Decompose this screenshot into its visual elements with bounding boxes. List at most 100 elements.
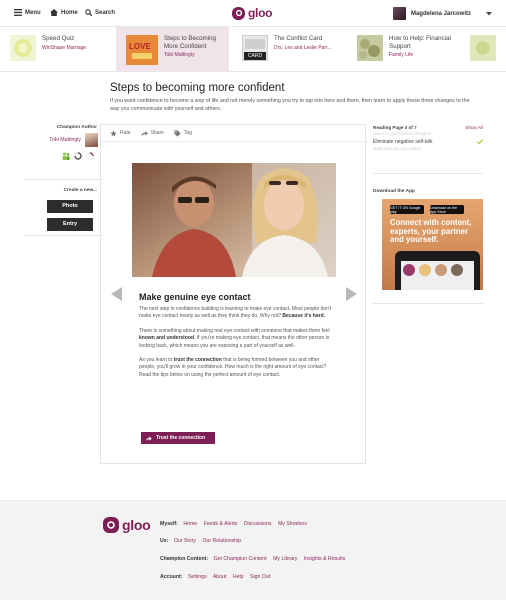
app-ad-banner[interactable]: GET IT ON Google play Download on the Ap… [382,199,483,290]
page-description: If you want confidence to become a way o… [110,98,470,112]
gloo-logo-mark [103,517,119,533]
home-label: Home [61,9,78,16]
steps-thumbnail: LOVE [126,35,158,65]
carousel-card-steps-confident[interactable]: LOVE Steps to Becoming More Confident To… [116,27,229,71]
tag-icon [174,129,181,137]
carousel-card-title: Speed Quiz [42,35,75,42]
footer-myself-row: Myself: Home Feeds & Alerts Discussions … [160,521,312,527]
love-thumb-text: LOVE [129,42,151,51]
ad-headline: Connect with content, experts, your part… [390,218,472,244]
reading-item[interactable]: Make genuine eye contact [373,146,483,151]
footer-link[interactable]: Get Champion Content [214,556,267,562]
rate-button[interactable]: Rate [110,129,131,137]
speed-quiz-thumbnail [10,35,36,61]
carousel-card-title: How to Help: Financial Support [389,35,451,50]
footer-link[interactable]: Sign Out [250,574,270,580]
footer-link[interactable]: My Library [273,556,297,562]
download-label: Download the App [373,189,415,194]
chevron-down-icon [486,11,492,15]
article-photo [132,163,336,277]
author-avatar[interactable] [85,133,98,147]
footer-link[interactable]: Insights & Results [304,556,346,562]
footer-logo-text: gloo [122,517,151,533]
carousel-card-next[interactable] [460,27,506,71]
progress-ring-icon [74,152,82,160]
home-icon [50,9,58,16]
author-row[interactable]: Tobi Mattingly [25,133,100,147]
show-all-link[interactable]: Show All [465,125,483,130]
tag-button[interactable]: Tag [174,129,192,137]
next-arrow-icon[interactable] [346,287,357,301]
reading-item-current[interactable]: Eliminate negative self-talk [373,139,483,145]
gloo-logo[interactable]: gloo [232,6,272,20]
footer-champion-row: Champion Content: Get Champion Content M… [160,556,350,562]
footer-link[interactable]: My Shoebox [278,521,307,527]
carousel-card-financial[interactable]: How to Help: Financial Support Family Li… [347,27,459,71]
photo-button[interactable]: Photo [47,200,93,213]
tag-label: Tag [183,130,192,136]
google-play-badge[interactable]: GET IT ON Google play [390,205,424,214]
left-sidebar: Champion Author Tobi Mattingly Create a … [25,125,100,236]
financial-thumbnail [357,35,383,61]
avatar [392,7,406,20]
share-button[interactable]: Share [141,130,164,137]
footer-link[interactable]: About [213,574,227,580]
footer-account-row: Account: Settings About Help Sign Out [160,574,275,580]
phone-screen [401,261,474,290]
user-name: Magdelena Jarcowitz [410,10,471,17]
reading-item[interactable]: Listen to your positive thoughts [373,131,483,136]
create-label: Create a new... [63,188,97,193]
carousel-card-subtitle: Drs. Les and Leslie Parr... [274,44,332,51]
footer-link[interactable]: Our Relationship [202,538,241,544]
divider [25,235,100,236]
user-menu[interactable]: Magdelena Jarcowitz [392,7,492,20]
check-icon [477,139,483,144]
footer-link[interactable]: Home [183,521,197,527]
carousel-card-subtitle: Tobi Mattingly [164,52,195,58]
footer-us-label: Us: [160,538,169,544]
trust-connection-button[interactable]: Trust the connection [141,432,215,444]
create-buttons: Photo Entry [25,200,93,231]
card-thumb-text: CARD [244,52,266,60]
page-title: Steps to becoming more confident [110,82,285,94]
article-body: The next step in confidence building is … [139,306,335,386]
clock-ring-icon [86,152,94,160]
footer-link[interactable]: Settings [188,574,207,580]
top-bar: Menu Home Search gloo Magdelena Jarcowit… [0,0,506,27]
menu-label: Menu [25,9,41,16]
footer-link[interactable]: Help [233,574,244,580]
home-button[interactable]: Home [50,9,78,16]
article-actions: Rate Share Tag [101,125,367,142]
divider [373,303,483,304]
carousel-card-subtitle: Family Life [389,52,414,58]
star-icon [110,129,117,136]
search-icon [85,9,92,16]
footer-link[interactable]: Our Story [174,538,196,544]
divider [25,179,100,180]
gloo-logo-mark [232,6,245,20]
search-button[interactable]: Search [85,9,115,16]
article-paragraph: There is something about making real eye… [139,327,330,349]
article-title: Make genuine eye contact [139,292,251,302]
cta-label: Trust the connection [156,435,206,441]
footer-gloo-logo[interactable]: gloo [103,517,151,533]
carousel-card-subtitle: WinShape Marriage [42,44,87,51]
previous-arrow-icon[interactable] [111,287,122,301]
reading-label: Reading Page 3 of 7 [373,125,417,130]
share-label: Share [150,130,164,136]
app-store-badge[interactable]: Download on the App Store [430,205,464,214]
footer-link[interactable]: Discussions [244,521,272,527]
rate-label: Rate [120,130,131,136]
footer-account-label: Account: [160,574,183,580]
article-paragraph: As you learn to trust the connection tha… [139,357,327,378]
menu-button[interactable]: Menu [14,9,41,16]
carousel-card-conflict-card[interactable]: CARD The Conflict Card Drs. Les and Lesl… [232,27,344,71]
conflict-card-thumbnail: CARD [242,35,268,61]
footer-link[interactable]: Feeds & Alerts [204,521,238,527]
carousel-card-speed-quiz[interactable]: Speed Quiz WinShape Marriage [0,27,112,71]
footer-myself-label: Myself: [160,521,178,527]
divider [373,173,483,174]
entry-button[interactable]: Entry [47,218,93,231]
article-card: Rate Share Tag Make genuine eye contact … [100,124,367,464]
author-name[interactable]: Tobi Mattingly [49,137,81,143]
